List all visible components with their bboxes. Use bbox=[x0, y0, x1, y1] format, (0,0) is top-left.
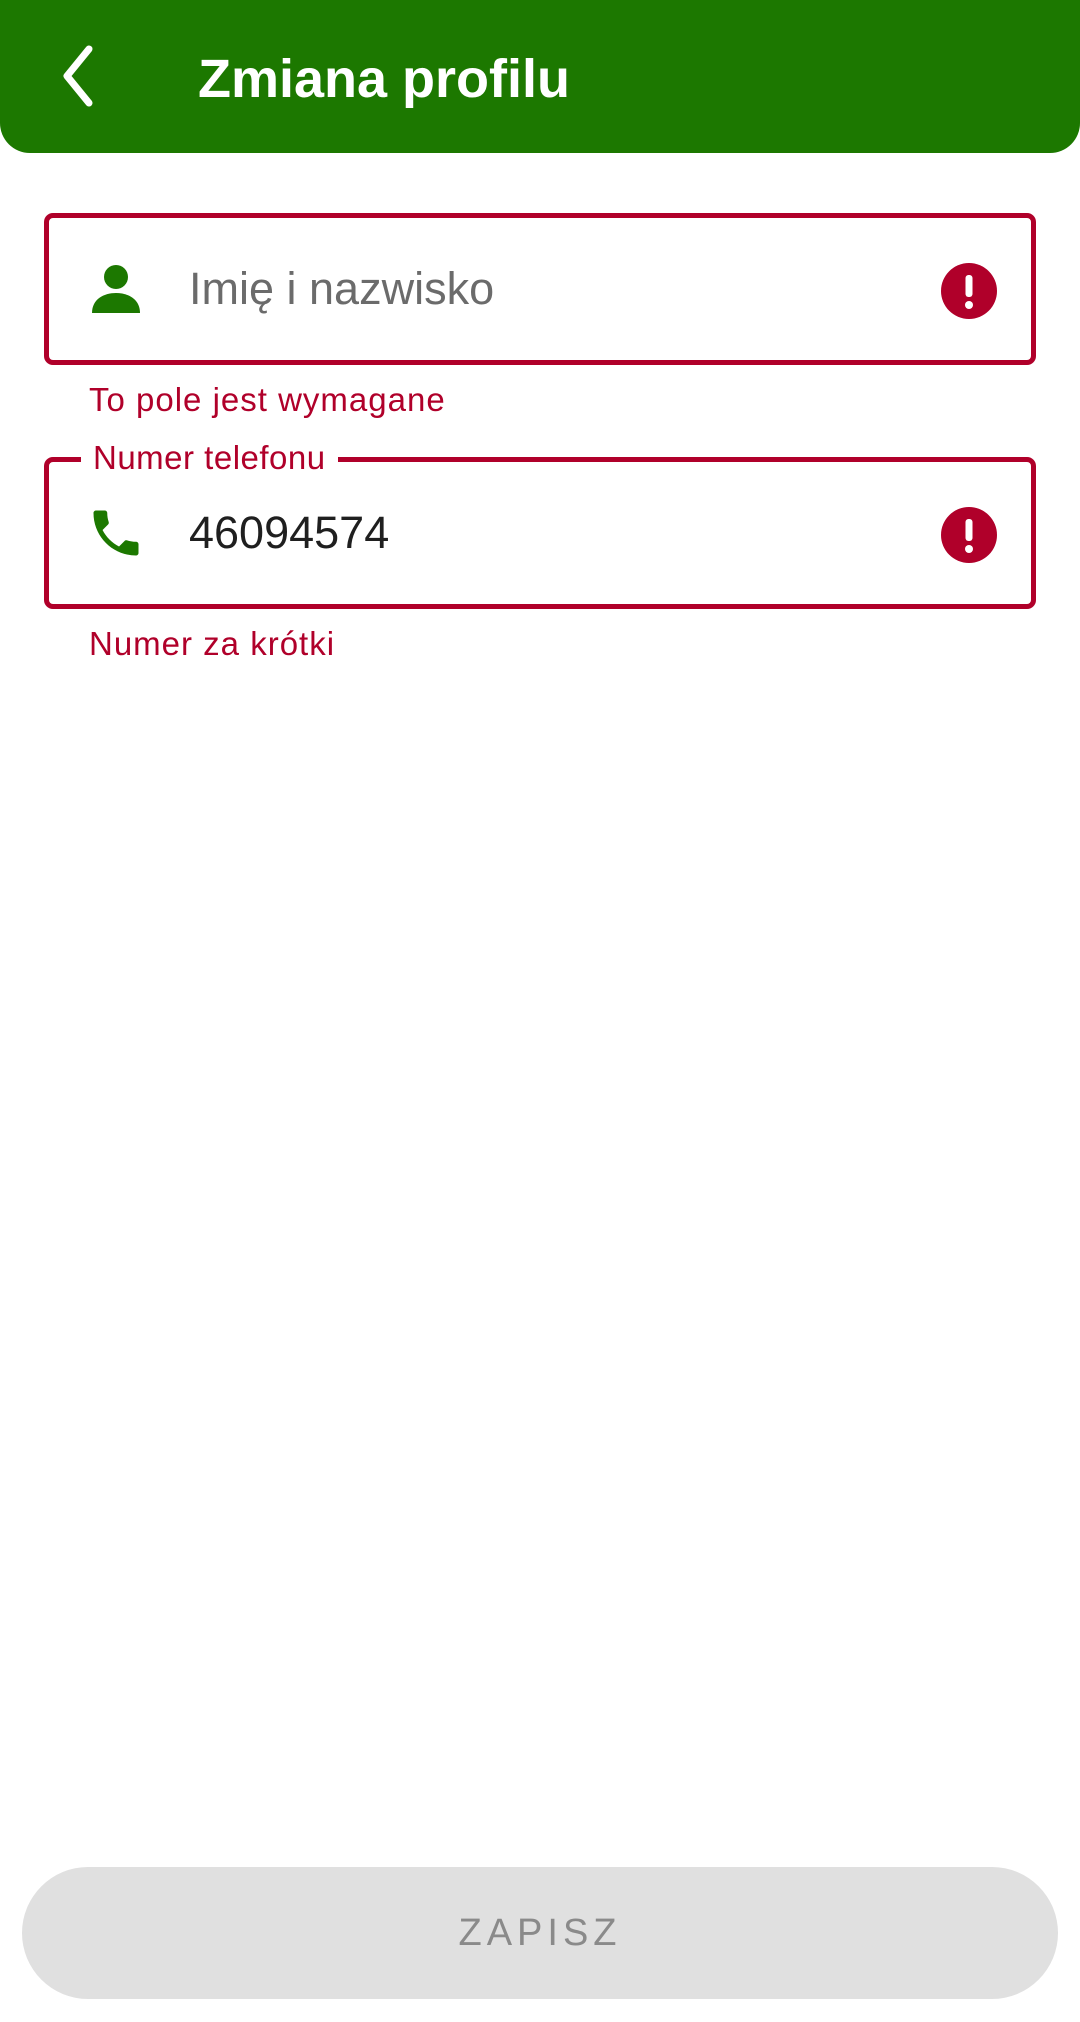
phone-input[interactable] bbox=[189, 490, 909, 576]
exclamation-circle-icon bbox=[941, 507, 997, 563]
phone-icon bbox=[81, 498, 151, 568]
exclamation-circle-icon bbox=[941, 263, 997, 319]
phone-field[interactable]: Numer telefonu bbox=[44, 436, 1036, 609]
chevron-left-icon bbox=[63, 45, 93, 107]
name-field[interactable] bbox=[44, 213, 1036, 365]
phone-field-label: Numer telefonu bbox=[81, 436, 338, 480]
save-button[interactable]: ZAPISZ bbox=[22, 1867, 1058, 1999]
app-bar: Zmiana profilu bbox=[0, 0, 1080, 153]
back-button[interactable] bbox=[40, 36, 120, 116]
name-input[interactable] bbox=[189, 246, 909, 332]
name-error-message: To pole jest wymagane bbox=[89, 381, 446, 418]
profile-edit-screen: Zmiana profilu To pole jest wymagane Num… bbox=[0, 0, 1080, 2022]
phone-error-message: Numer za krótki bbox=[89, 625, 336, 662]
page-title: Zmiana profilu bbox=[198, 49, 571, 109]
person-icon bbox=[81, 254, 151, 324]
